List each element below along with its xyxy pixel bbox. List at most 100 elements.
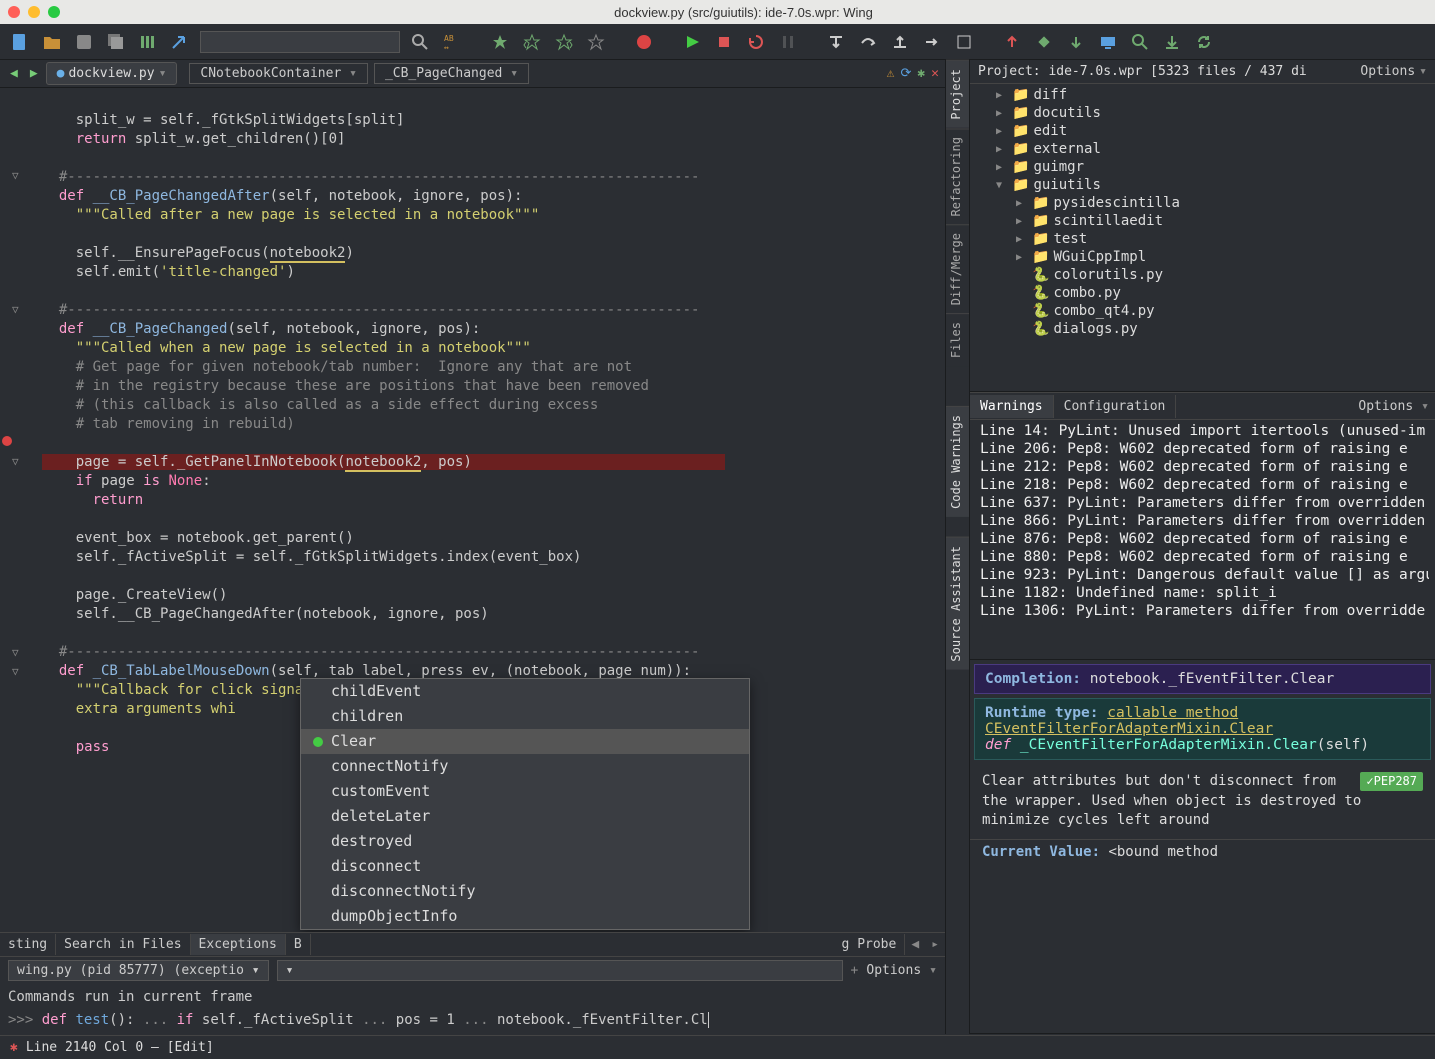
autocomplete-item[interactable]: childEvent bbox=[301, 679, 749, 704]
toolbar-search[interactable] bbox=[200, 31, 400, 53]
nav-back-icon[interactable]: ◀ bbox=[6, 64, 22, 83]
project-tree[interactable]: ▶📁diff▶📁docutils▶📁edit▶📁external▶📁guimgr… bbox=[970, 84, 1435, 391]
frame-selector[interactable]: wing.py (pid 85777) (exceptio ▾ bbox=[8, 960, 269, 981]
folder-item[interactable]: ▶📁guimgr bbox=[976, 158, 1429, 176]
tab-configuration[interactable]: Configuration bbox=[1054, 395, 1177, 418]
frame-up-icon[interactable] bbox=[1000, 30, 1024, 54]
file-item[interactable]: 🐍colorutils.py bbox=[976, 266, 1429, 284]
warning-row[interactable]: Line 923: PyLint: Dangerous default valu… bbox=[976, 566, 1429, 584]
warning-row[interactable]: Line 880: Pep8: W602 deprecated form of … bbox=[976, 548, 1429, 566]
debug-restart-icon[interactable] bbox=[744, 30, 768, 54]
tab-exceptions[interactable]: Exceptions bbox=[191, 934, 286, 955]
step-over-icon[interactable] bbox=[856, 30, 880, 54]
vtab-diff-merge[interactable]: Diff/Merge bbox=[946, 224, 969, 313]
new-file-icon[interactable] bbox=[8, 30, 32, 54]
add-icon[interactable]: + bbox=[851, 963, 859, 978]
warning-row[interactable]: Line 218: Pep8: W602 deprecated form of … bbox=[976, 476, 1429, 494]
search-icon[interactable] bbox=[408, 30, 432, 54]
tab-nav-right-icon[interactable]: ▸ bbox=[925, 937, 945, 952]
warning-row[interactable]: Line 14: PyLint: Unused import itertools… bbox=[976, 422, 1429, 440]
file-item[interactable]: 🐍dialogs.py bbox=[976, 320, 1429, 338]
fold-marker[interactable]: ▽ bbox=[12, 643, 19, 662]
bug-status-icon[interactable]: ✱ bbox=[10, 1040, 18, 1055]
project-options[interactable]: Options bbox=[1360, 64, 1415, 79]
file-item[interactable]: 🐍combo.py bbox=[976, 284, 1429, 302]
vtab-files[interactable]: Files bbox=[946, 313, 969, 366]
thread-selector[interactable]: ▾ bbox=[277, 960, 843, 981]
close-tab-icon[interactable]: ✕ bbox=[931, 66, 939, 81]
close-window[interactable] bbox=[8, 6, 20, 18]
fold-marker[interactable]: ▽ bbox=[12, 166, 19, 185]
open-folder-icon[interactable] bbox=[40, 30, 64, 54]
frame-icon[interactable] bbox=[1032, 30, 1056, 54]
folder-item[interactable]: ▶📁docutils bbox=[976, 104, 1429, 122]
step-out-icon[interactable] bbox=[888, 30, 912, 54]
step-return-icon[interactable] bbox=[920, 30, 944, 54]
breadcrumb-class[interactable]: CNotebookContainer ▾ bbox=[189, 63, 368, 84]
maximize-window[interactable] bbox=[48, 6, 60, 18]
tab-debug-probe[interactable]: g Probe bbox=[834, 934, 906, 955]
folder-item[interactable]: ▶📁edit bbox=[976, 122, 1429, 140]
clear-bookmark-icon[interactable] bbox=[584, 30, 608, 54]
tab-testing[interactable]: sting bbox=[0, 934, 56, 955]
prev-bookmark-icon[interactable] bbox=[520, 30, 544, 54]
breadcrumb-method[interactable]: _CB_PageChanged ▾ bbox=[374, 63, 529, 84]
sync-icon[interactable]: ⟳ bbox=[900, 66, 911, 81]
vtab-refactoring[interactable]: Refactoring bbox=[946, 128, 969, 224]
next-bookmark-icon[interactable] bbox=[552, 30, 576, 54]
folder-item[interactable]: ▶📁WGuiCppImpl bbox=[976, 248, 1429, 266]
warning-row[interactable]: Line 1182: Undefined name: split_i bbox=[976, 584, 1429, 602]
folder-item[interactable]: ▶📁test bbox=[976, 230, 1429, 248]
monitor-icon[interactable] bbox=[1096, 30, 1120, 54]
file-tab-dockview[interactable]: ● dockview.py ▾ bbox=[46, 62, 178, 85]
vtab-code-warnings[interactable]: Code Warnings bbox=[946, 406, 969, 517]
tab-search-in-files[interactable]: Search in Files bbox=[56, 934, 190, 955]
warning-icon[interactable]: ⚠ bbox=[887, 66, 895, 81]
download-icon[interactable] bbox=[1160, 30, 1184, 54]
autocomplete-item[interactable]: Clear bbox=[301, 729, 749, 754]
folder-item[interactable]: ▶📁scintillaedit bbox=[976, 212, 1429, 230]
replace-icon[interactable]: AB↔ bbox=[440, 30, 464, 54]
tab-bookmarks[interactable]: B bbox=[286, 934, 311, 955]
folder-item[interactable]: ▶📁diff bbox=[976, 86, 1429, 104]
find-symbol-icon[interactable] bbox=[1128, 30, 1152, 54]
folder-item[interactable]: ▼📁guiutils bbox=[976, 176, 1429, 194]
autocomplete-item[interactable]: destroyed bbox=[301, 829, 749, 854]
warning-row[interactable]: Line 212: Pep8: W602 deprecated form of … bbox=[976, 458, 1429, 476]
tab-nav-left-icon[interactable]: ◀ bbox=[905, 937, 925, 952]
breakpoint-marker[interactable] bbox=[2, 436, 12, 446]
refresh-icon[interactable] bbox=[1192, 30, 1216, 54]
warning-row[interactable]: Line 1306: PyLint: Parameters differ fro… bbox=[976, 602, 1429, 620]
fold-marker[interactable]: ▽ bbox=[12, 662, 19, 681]
autocomplete-item[interactable]: deleteLater bbox=[301, 804, 749, 829]
debug-stop-icon[interactable] bbox=[712, 30, 736, 54]
save-all-icon[interactable] bbox=[104, 30, 128, 54]
warning-row[interactable]: Line 637: PyLint: Parameters differ from… bbox=[976, 494, 1429, 512]
autocomplete-item[interactable]: dumpObjectInfo bbox=[301, 904, 749, 929]
folder-item[interactable]: ▶📁pysidescintilla bbox=[976, 194, 1429, 212]
debug-pause-icon[interactable] bbox=[776, 30, 800, 54]
autocomplete-item[interactable]: disconnectNotify bbox=[301, 879, 749, 904]
nav-fwd-icon[interactable]: ▶ bbox=[26, 64, 42, 83]
indent-icon[interactable] bbox=[136, 30, 160, 54]
fold-marker[interactable]: ▽ bbox=[12, 452, 19, 471]
frame-down-icon[interactable] bbox=[1064, 30, 1088, 54]
autocomplete-item[interactable]: customEvent bbox=[301, 779, 749, 804]
warnings-options[interactable]: Options bbox=[1358, 399, 1421, 414]
code-editor[interactable]: ▽ ▽ ▽ ▽ ▽ split_w = self._fGtkSplitWidge… bbox=[0, 88, 945, 932]
debug-options[interactable]: Options bbox=[866, 963, 921, 978]
warning-row[interactable]: Line 876: Pep8: W602 deprecated form of … bbox=[976, 530, 1429, 548]
warning-row[interactable]: Line 866: PyLint: Parameters differ from… bbox=[976, 512, 1429, 530]
vtab-source-assistant[interactable]: Source Assistant bbox=[946, 537, 969, 670]
warnings-list[interactable]: Line 14: PyLint: Unused import itertools… bbox=[970, 420, 1435, 659]
fold-marker[interactable]: ▽ bbox=[12, 300, 19, 319]
goto-icon[interactable] bbox=[168, 30, 192, 54]
save-icon[interactable] bbox=[72, 30, 96, 54]
file-item[interactable]: 🐍combo_qt4.py bbox=[976, 302, 1429, 320]
autocomplete-item[interactable]: connectNotify bbox=[301, 754, 749, 779]
minimize-window[interactable] bbox=[28, 6, 40, 18]
autocomplete-item[interactable]: children bbox=[301, 704, 749, 729]
bookmark-star-icon[interactable] bbox=[488, 30, 512, 54]
step-into-icon[interactable] bbox=[824, 30, 848, 54]
warning-row[interactable]: Line 206: Pep8: W602 deprecated form of … bbox=[976, 440, 1429, 458]
